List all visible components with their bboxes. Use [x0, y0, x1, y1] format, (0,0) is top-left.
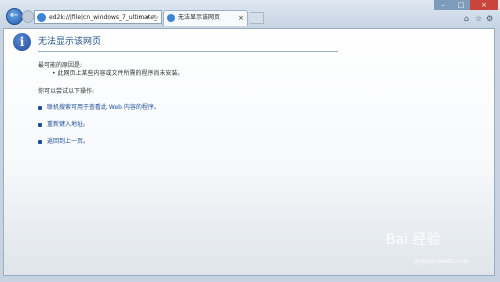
minimize-button[interactable]: –: [434, 0, 452, 10]
title-bar: ← ed2k://|file|cn_windows_7_ultimate_ ⌕ …: [0, 0, 500, 28]
option-search-online[interactable]: 联机搜索可用于查看此 Web 内容的程序。: [38, 104, 160, 112]
option-label: 返回到上一页。: [47, 138, 90, 145]
settings-icon[interactable]: ⚙: [486, 14, 493, 24]
baidu-watermark: Bai 经验 jingyan.baidu.com: [386, 232, 486, 272]
address-controls[interactable]: ⌕ ▾ ↻: [139, 12, 159, 23]
maximize-button[interactable]: □: [452, 0, 470, 10]
ie-page-icon: [37, 13, 46, 22]
back-arrow-icon: ←: [10, 10, 19, 21]
bottom-frame: [0, 276, 500, 282]
try-title: 你可以尝试以下操作:: [38, 88, 95, 95]
favorites-icon[interactable]: ☆: [475, 14, 482, 24]
home-icon[interactable]: ⌂: [464, 14, 469, 24]
option-retype-address[interactable]: 重新键入地址。: [38, 121, 89, 129]
cause-item: • 此网页上某些内容或文件所需的程序尚未安装。: [52, 70, 184, 77]
tab-cannot-display[interactable]: 无法显示该网页 ×: [163, 10, 248, 26]
close-button[interactable]: ×: [470, 0, 498, 10]
forward-button[interactable]: [22, 10, 34, 23]
info-icon: i: [13, 33, 31, 51]
tab-title: 无法显示该网页: [178, 14, 221, 21]
bullet-icon: [38, 105, 42, 110]
cause-title: 最可能的原因是:: [38, 62, 83, 69]
watermark-logo: Bai 经验: [386, 232, 441, 248]
back-button[interactable]: ←: [6, 8, 23, 25]
heading-divider: [38, 51, 338, 52]
new-tab-button[interactable]: [250, 12, 264, 24]
browser-window: ← ed2k://|file|cn_windows_7_ultimate_ ⌕ …: [0, 0, 500, 282]
bullet-icon: [38, 139, 42, 144]
option-label: 重新键入地址。: [47, 121, 90, 128]
option-go-back[interactable]: 返回到上一页。: [38, 138, 89, 146]
watermark-sub: jingyan.baidu.com: [414, 258, 470, 265]
page-heading: 无法显示该网页: [38, 37, 102, 47]
bullet-icon: [38, 122, 42, 127]
ie-tab-icon: [167, 14, 175, 22]
address-bar[interactable]: ed2k://|file|cn_windows_7_ultimate_ ⌕ ▾ …: [34, 10, 162, 24]
option-label: 联机搜索可用于查看此 Web 内容的程序。: [47, 104, 160, 111]
tab-close-icon[interactable]: ×: [238, 13, 244, 23]
